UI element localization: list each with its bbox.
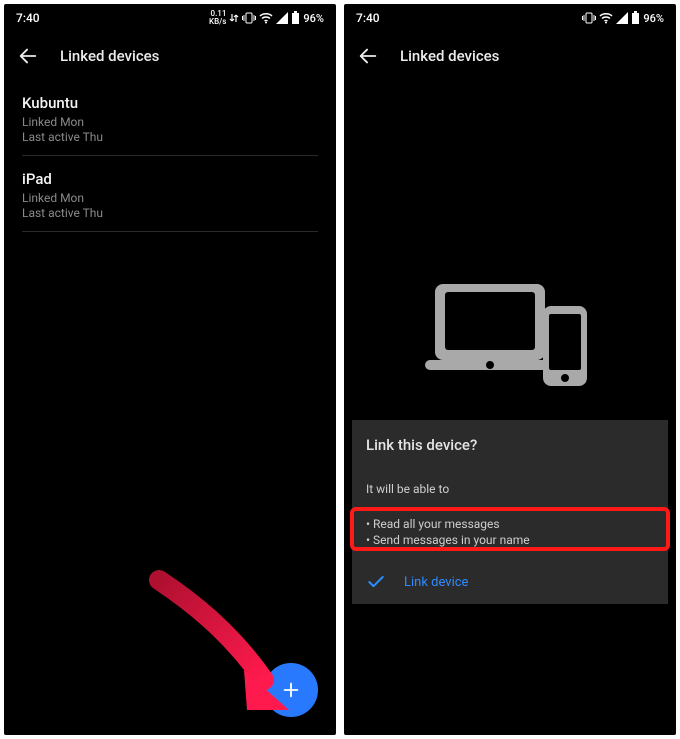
- device-linked: Linked Mon: [22, 115, 318, 130]
- arrow-left-icon: [357, 45, 379, 67]
- check-icon: [366, 572, 386, 592]
- device-last-active: Last active Thu: [22, 130, 318, 145]
- status-bar: 7:40 0.11 KB/s 96%: [4, 4, 336, 32]
- battery-percent: 96%: [643, 12, 664, 25]
- status-icons: 96%: [582, 11, 664, 25]
- link-device-content: Link this device? It will be able to • R…: [344, 80, 676, 735]
- swap-icon: [229, 12, 239, 24]
- status-bar: 7:40 96%: [344, 4, 676, 32]
- devices-illustration-icon: [425, 280, 595, 390]
- vibrate-icon: [242, 12, 256, 24]
- wifi-icon: [259, 12, 273, 24]
- app-bar: Linked devices: [4, 32, 336, 80]
- back-button[interactable]: [356, 44, 380, 68]
- device-list: Kubuntu Linked Mon Last active Thu iPad …: [4, 80, 336, 232]
- device-name: iPad: [22, 170, 318, 188]
- plus-icon: [280, 679, 302, 701]
- link-device-card: Link this device? It will be able to • R…: [352, 420, 668, 604]
- wifi-icon: [599, 12, 613, 24]
- status-time: 7:40: [356, 11, 380, 25]
- bullet-send: • Send messages in your name: [366, 532, 654, 548]
- device-name: Kubuntu: [22, 94, 318, 112]
- link-device-label: Link device: [404, 575, 468, 590]
- cell-icon: [616, 12, 628, 24]
- screenshot-left: 7:40 0.11 KB/s 96% Linked devices Kubunt…: [4, 4, 336, 735]
- card-title: Link this device?: [366, 436, 654, 454]
- page-title: Linked devices: [60, 47, 159, 65]
- page-title: Linked devices: [400, 47, 499, 65]
- device-linked: Linked Mon: [22, 191, 318, 206]
- screenshot-right: 7:40 96% Linked devices: [344, 4, 676, 735]
- cell-icon: [276, 12, 288, 24]
- arrow-left-icon: [17, 45, 39, 67]
- status-icons: 0.11 KB/s 96%: [209, 10, 324, 26]
- battery-icon: [291, 11, 300, 25]
- app-bar: Linked devices: [344, 32, 676, 80]
- link-device-button[interactable]: Link device: [352, 558, 668, 604]
- vibrate-icon: [582, 12, 596, 24]
- card-bullets: • Read all your messages • Send messages…: [366, 516, 654, 548]
- battery-icon: [631, 11, 640, 25]
- card-intro: It will be able to: [366, 482, 654, 496]
- status-time: 7:40: [16, 11, 40, 25]
- back-button[interactable]: [16, 44, 40, 68]
- net-speed: 0.11 KB/s: [209, 10, 226, 26]
- add-device-fab[interactable]: [264, 663, 318, 717]
- device-row[interactable]: iPad Linked Mon Last active Thu: [22, 156, 318, 232]
- device-last-active: Last active Thu: [22, 206, 318, 221]
- bullet-read: • Read all your messages: [366, 516, 654, 532]
- battery-percent: 96%: [303, 12, 324, 25]
- device-row[interactable]: Kubuntu Linked Mon Last active Thu: [22, 80, 318, 156]
